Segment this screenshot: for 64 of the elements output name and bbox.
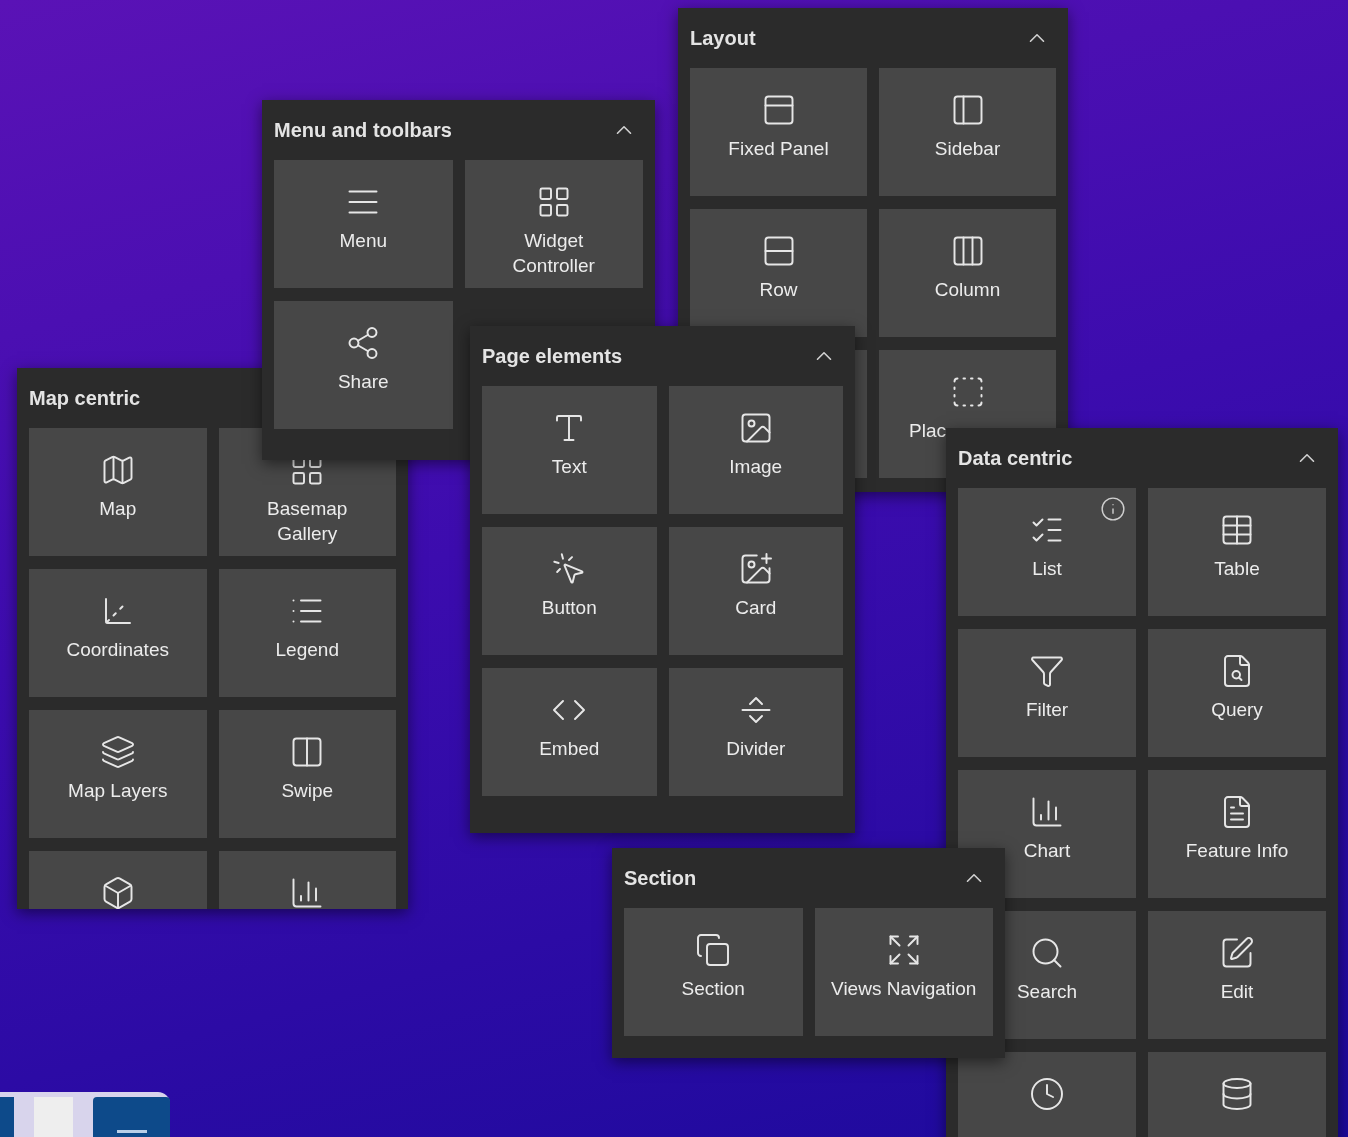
- widget-tile[interactable]: Section: [624, 908, 803, 1036]
- tile-label: Menu: [338, 229, 388, 253]
- widget-tile[interactable]: Feature Info: [1148, 770, 1326, 898]
- tile-label: Divider: [725, 737, 787, 761]
- panel-title: Menu and toolbars: [274, 118, 452, 143]
- tile-label: Widget Controller: [511, 229, 596, 278]
- widget-tile[interactable]: Share: [274, 301, 453, 429]
- widget-tile[interactable]: Views Navigation: [814, 908, 993, 1036]
- clock-icon: [1029, 1076, 1065, 1112]
- widget-tile[interactable]: Swipe: [218, 710, 396, 838]
- tile-label: Filter: [1024, 698, 1070, 722]
- widget-tile[interactable]: Widget Controller: [464, 160, 643, 288]
- tile-label: Search: [1015, 980, 1079, 1004]
- panel-title: Map centric: [29, 386, 141, 411]
- tile-label: Row: [758, 278, 799, 302]
- widget-tile[interactable]: Table: [1148, 488, 1326, 616]
- widget-tile[interactable]: Image: [668, 386, 843, 514]
- widget-tile[interactable]: Fixed Panel: [690, 68, 867, 196]
- widget-tile[interactable]: Embed: [482, 668, 657, 796]
- tile-label: Column: [933, 278, 1002, 302]
- widget-tile[interactable]: Legend: [218, 569, 396, 697]
- tile-label: Map Layers: [67, 779, 169, 803]
- copy-icon: [695, 932, 732, 968]
- widget-tile[interactable]: Coordinates: [29, 569, 207, 697]
- widget-tile[interactable]: Filter: [958, 629, 1136, 757]
- widget-tile[interactable]: Sidebar: [879, 68, 1056, 196]
- widget-tile[interactable]: Map Layers: [29, 710, 207, 838]
- tile-label: Share: [336, 370, 390, 394]
- tile-label: List: [1031, 557, 1063, 581]
- tile-label: Embed: [538, 737, 601, 761]
- tile-label: Card: [734, 596, 778, 620]
- tile-label: Basemap Gallery: [266, 497, 349, 546]
- widget-tile[interactable]: Text: [482, 386, 657, 514]
- layers-icon: [99, 734, 136, 770]
- widget-tile[interactable]: Row: [690, 209, 867, 337]
- tile-label: Section: [680, 977, 746, 1001]
- widget-tile[interactable]: Card: [668, 527, 843, 655]
- tile-label: Text: [550, 455, 588, 479]
- tile-label: Swipe: [280, 779, 335, 803]
- tile-label: Plac: [908, 419, 946, 443]
- tile-label: Chart: [1022, 839, 1072, 863]
- widget-tile[interactable]: Menu: [274, 160, 453, 288]
- widget-tile[interactable]: Edit: [1148, 911, 1326, 1039]
- widget-tile[interactable]: Column: [879, 209, 1056, 337]
- tile-label: Fixed Panel: [727, 137, 830, 161]
- tile-label: Button: [540, 596, 598, 620]
- tile-label: Coordinates: [65, 638, 170, 662]
- panel-title: Layout: [690, 26, 756, 51]
- widget-tile[interactable]: List: [958, 488, 1136, 616]
- widget-tile[interactable]: Query: [1148, 629, 1326, 757]
- tile-label: Sidebar: [933, 137, 1002, 161]
- tile-label: Map: [98, 497, 138, 521]
- tile-label: Table: [1213, 557, 1261, 581]
- widget-tile[interactable]: Button: [482, 527, 657, 655]
- tile-label: Edit: [1219, 980, 1255, 1004]
- tile-label: Feature Info: [1184, 839, 1290, 863]
- tile-label: Legend: [274, 638, 340, 662]
- panel-title: Section: [624, 866, 697, 891]
- tile-label: Query: [1210, 698, 1264, 722]
- tile-label: Image: [728, 455, 784, 479]
- panel-title: Page elements: [482, 344, 623, 369]
- widget-tile[interactable]: Map: [29, 428, 207, 556]
- info-icon[interactable]: [1100, 496, 1126, 522]
- widget-tile[interactable]: Divider: [668, 668, 843, 796]
